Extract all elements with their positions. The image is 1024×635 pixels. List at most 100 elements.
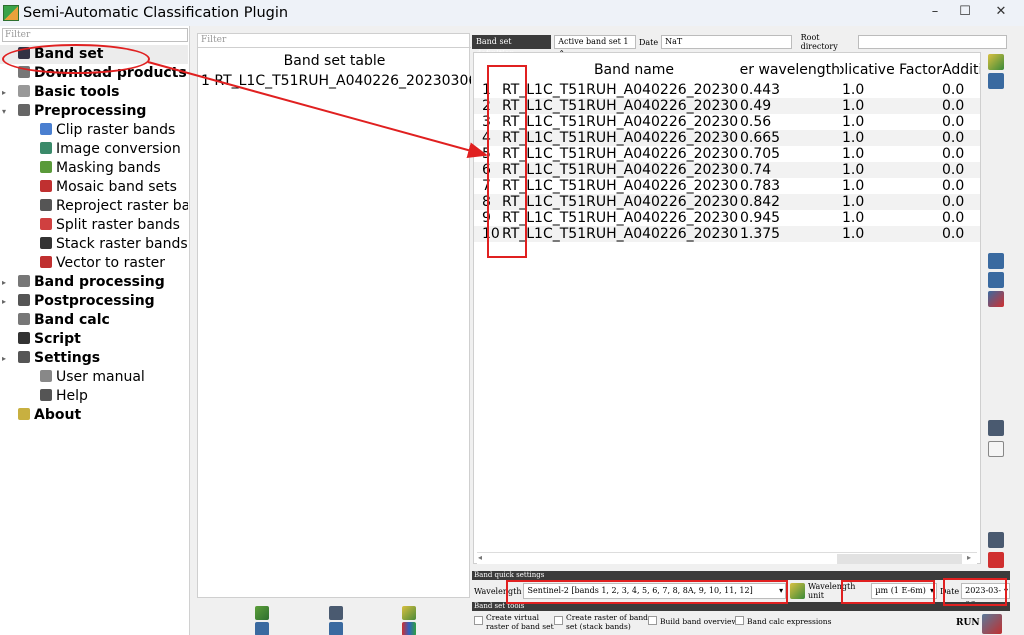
tree-item-postprocessing[interactable]: ▸ Postprocessing (0, 292, 188, 311)
run-icon[interactable] (982, 614, 1002, 634)
band-row-wavelength[interactable]: 0.665 (740, 130, 838, 146)
band-row-multiplicative-factor[interactable]: 1.0 (842, 226, 942, 242)
band-row-name[interactable]: RT_L1C_T51RUH_A040226_202303... (502, 162, 738, 178)
band-row-additive[interactable]: 0.0 (942, 98, 980, 114)
band-row-wavelength[interactable]: 0.842 (740, 194, 838, 210)
band-row-additive[interactable]: 0.0 (942, 194, 980, 210)
band-row-multiplicative-factor[interactable]: 1.0 (842, 210, 942, 226)
band-row-wavelength[interactable]: 0.705 (740, 146, 838, 162)
band-row-multiplicative-factor[interactable]: 1.0 (842, 146, 942, 162)
tree-item-settings[interactable]: ▸ Settings (0, 349, 188, 368)
band-row-wavelength[interactable]: 0.49 (740, 98, 838, 114)
band-row-name[interactable]: RT_L1C_T51RUH_A040226_202303... (502, 114, 738, 130)
band-row-name[interactable]: RT_L1C_T51RUH_A040226_202303... (502, 82, 738, 98)
band-row-additive[interactable]: 0.0 (942, 226, 980, 242)
root-directory-field[interactable] (857, 35, 1008, 49)
band-row-name[interactable]: RT_L1C_T51RUH_A040226_202303... (502, 130, 738, 146)
tree-item-vector-to-raster[interactable]: Vector to raster (0, 254, 188, 273)
band-row-wavelength[interactable]: 0.945 (740, 210, 838, 226)
scroll-left-icon[interactable]: ◂ (478, 553, 482, 562)
tree-item-stack-raster-bands[interactable]: Stack raster bands (0, 235, 188, 254)
band-row-additive[interactable]: 0.0 (942, 82, 980, 98)
move-band-up-icon[interactable] (988, 253, 1004, 269)
tree-item-mosaic-band-sets[interactable]: Mosaic band sets (0, 178, 188, 197)
maximize-button[interactable]: ☐ (950, 4, 980, 19)
band-row-additive[interactable]: 0.0 (942, 114, 980, 130)
expand-right-icon[interactable]: ▸ (2, 83, 6, 102)
close-button[interactable]: ✕ (986, 4, 1016, 19)
tree-item-basic-tools[interactable]: ▸ Basic tools (0, 83, 188, 102)
tree-item-download-products[interactable]: Download products (0, 64, 188, 83)
band-row-additive[interactable]: 0.0 (942, 178, 980, 194)
band-row-wavelength[interactable]: 0.74 (740, 162, 838, 178)
scroll-right-icon[interactable]: ▸ (967, 553, 971, 562)
column-additive[interactable]: Additi (942, 61, 980, 79)
remove-band-icon[interactable] (988, 420, 1004, 436)
band-row[interactable]: 3 RT_L1C_T51RUH_A040226_202303... 0.56 1.0 0… (474, 114, 980, 130)
band-row-wavelength[interactable]: 0.783 (740, 178, 838, 194)
minimize-button[interactable]: – (920, 4, 950, 19)
band-row-multiplicative-factor[interactable]: 1.0 (842, 98, 942, 114)
band-row-wavelength[interactable]: 1.375 (740, 226, 838, 242)
band-row[interactable]: 9 RT_L1C_T51RUH_A040226_202303... 0.945 1.0… (474, 210, 980, 226)
tree-item-reproject-raster-bands[interactable]: Reproject raster bands (0, 197, 188, 216)
wavelength-select[interactable]: Sentinel-2 [bands 1, 2, 3, 4, 5, 6, 7, 8… (523, 583, 787, 599)
export-bands-icon[interactable] (988, 532, 1004, 548)
band-row-multiplicative-factor[interactable]: 1.0 (842, 178, 942, 194)
band-row-name[interactable]: RT_L1C_T51RUH_A040226_202303... (502, 194, 738, 210)
band-row-index[interactable]: 5 (482, 146, 502, 162)
tool-filter-input[interactable]: Filter (2, 28, 188, 42)
build-overviews-checkbox[interactable] (648, 616, 657, 625)
quick-date-field[interactable]: 2023-03-06▾ (961, 583, 1010, 609)
column-band-name[interactable]: Band name (534, 61, 734, 79)
band-row-name[interactable]: RT_L1C_T51RUH_A040226_202303... (502, 210, 738, 226)
band-row-index[interactable]: 4 (482, 130, 502, 146)
band-row-additive[interactable]: 0.0 (942, 130, 980, 146)
tree-item-preprocessing[interactable]: ▾ Preprocessing (0, 102, 188, 121)
band-row-multiplicative-factor[interactable]: 1.0 (842, 130, 942, 146)
expand-right-icon[interactable]: ▸ (2, 292, 6, 311)
horizontal-scrollbar[interactable]: ◂ ▸ (477, 552, 977, 564)
band-row[interactable]: 1 RT_L1C_T51RUH_A040226_202303... 0.443 1.0… (474, 82, 980, 98)
create-stack-checkbox[interactable] (554, 616, 563, 625)
expand-down-icon[interactable]: ▾ (2, 102, 6, 121)
import-bands-icon[interactable] (988, 54, 1004, 70)
scrollbar-thumb[interactable] (487, 555, 835, 563)
expand-right-icon[interactable]: ▸ (2, 349, 6, 368)
band-row-index[interactable]: 2 (482, 98, 502, 114)
band-row-index[interactable]: 8 (482, 194, 502, 210)
band-row[interactable]: 7 RT_L1C_T51RUH_A040226_202303... 0.783 1.0… (474, 178, 980, 194)
band-row[interactable]: 5 RT_L1C_T51RUH_A040226_202303... 0.705 1.0… (474, 146, 980, 162)
band-row-index[interactable]: 1 (482, 82, 502, 98)
move-down-icon[interactable] (255, 622, 269, 635)
remove-band-set-icon[interactable] (329, 606, 343, 620)
expand-right-icon[interactable]: ▸ (2, 273, 6, 292)
tree-item-script[interactable]: Script (0, 330, 188, 349)
tree-item-band-processing[interactable]: ▸ Band processing (0, 273, 188, 292)
band-row[interactable]: 10 RT_L1C_T51RUH_A040226_202303... 1.375 1.… (474, 226, 980, 242)
band-row-multiplicative-factor[interactable]: 1.0 (842, 82, 942, 98)
import-wavelength-icon[interactable] (790, 583, 805, 599)
column-multiplicative-factor[interactable]: Multiplicative Factor (840, 61, 942, 79)
tree-item-image-conversion[interactable]: Image conversion (0, 140, 188, 159)
band-row[interactable]: 8 RT_L1C_T51RUH_A040226_202303... 0.842 1.0… (474, 194, 980, 210)
band-row-index[interactable]: 3 (482, 114, 502, 130)
band-row-index[interactable]: 7 (482, 178, 502, 194)
band-row-name[interactable]: RT_L1C_T51RUH_A040226_202303... (502, 226, 738, 242)
band-row-name[interactable]: RT_L1C_T51RUH_A040226_202303... (502, 178, 738, 194)
scrollbar-track[interactable] (837, 554, 962, 564)
band-set-definition-tab[interactable]: Band set definition (472, 35, 552, 58)
band-row-name[interactable]: RT_L1C_T51RUH_A040226_202303... (502, 146, 738, 162)
band-row-index[interactable]: 6 (482, 162, 502, 178)
band-row-name[interactable]: RT_L1C_T51RUH_A040226_202303... (502, 98, 738, 114)
band-row-multiplicative-factor[interactable]: 1.0 (842, 114, 942, 130)
tree-item-help[interactable]: Help (0, 387, 188, 406)
sort-bands-icon[interactable] (988, 291, 1004, 307)
tree-item-masking-bands[interactable]: Masking bands (0, 159, 188, 178)
tree-item-band-set[interactable]: Band set (0, 45, 188, 64)
band-row-multiplicative-factor[interactable]: 1.0 (842, 194, 942, 210)
column-center-wavelength[interactable]: Center wavelength (740, 61, 840, 79)
band-row[interactable]: 2 RT_L1C_T51RUH_A040226_202303... 0.49 1.0 0… (474, 98, 980, 114)
tree-item-split-raster-bands[interactable]: Split raster bands (0, 216, 188, 235)
band-row[interactable]: 6 RT_L1C_T51RUH_A040226_202303... 0.74 1.0 0… (474, 162, 980, 178)
